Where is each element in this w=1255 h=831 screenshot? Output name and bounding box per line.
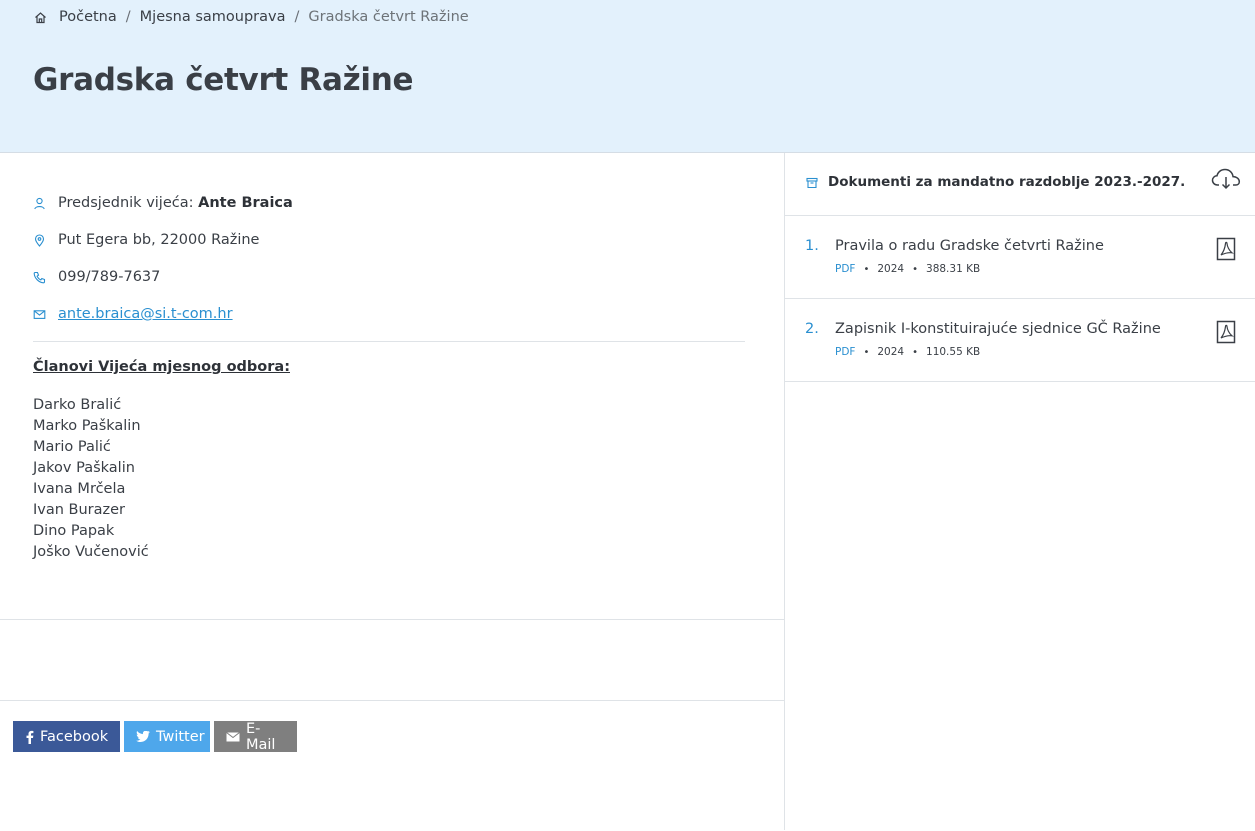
mail-icon [33, 308, 46, 321]
address-row: Put Egera bb, 22000 Ražine [33, 232, 259, 248]
share-email-button[interactable]: E-Mail [214, 720, 297, 753]
document-number: 1. [805, 238, 819, 254]
share-facebook-button[interactable]: Facebook [13, 721, 120, 752]
members-list: Darko Bralić Marko Paškalin Mario Palić … [33, 395, 149, 563]
document-title[interactable]: Zapisnik I-konstituirajuće sjednice GČ R… [835, 321, 1161, 337]
page-header: Početna / Mjesna samouprava / Gradska če… [0, 0, 1255, 153]
envelope-icon [226, 731, 240, 742]
breadcrumb: Početna / Mjesna samouprava / Gradska če… [34, 9, 469, 25]
address-text: Put Egera bb, 22000 Ražine [58, 232, 260, 248]
member-name: Mario Palić [33, 439, 111, 455]
document-number: 2. [805, 321, 819, 337]
pdf-file-icon[interactable] [1216, 237, 1236, 261]
email-label: E-Mail [246, 720, 276, 753]
breadcrumb-separator: / [294, 9, 300, 25]
breadcrumb-local-gov-link[interactable]: Mjesna samouprava [140, 9, 286, 25]
divider [0, 619, 785, 620]
document-year: 2024 [877, 263, 905, 275]
president-row: Predsjednik vijeća: Ante Braica [33, 195, 293, 211]
document-item[interactable]: 2. Zapisnik I-konstituirajuće sjednice G… [785, 299, 1255, 382]
documents-header: Dokumenti za mandatno razdoblje 2023.-20… [785, 153, 1255, 216]
members-title: Članovi Vijeća mjesnog odbora: [33, 359, 290, 375]
phone-row: 099/789-7637 [33, 269, 160, 285]
email-link[interactable]: ante.braica@si.t-com.hr [58, 306, 233, 322]
member-name: Jakov Paškalin [33, 460, 135, 476]
facebook-icon [25, 730, 34, 744]
cloud-download-icon[interactable] [1211, 168, 1241, 190]
documents-title: Dokumenti za mandatno razdoblje 2023.-20… [828, 174, 1186, 190]
share-buttons: Facebook Twitter E-Mail [13, 720, 297, 753]
document-year: 2024 [877, 346, 905, 358]
pdf-file-icon[interactable] [1216, 320, 1236, 344]
user-icon [33, 197, 46, 210]
phone-text: 099/789-7637 [58, 269, 161, 285]
home-icon[interactable] [34, 11, 47, 24]
member-name: Darko Bralić [33, 397, 122, 413]
share-twitter-button[interactable]: Twitter [124, 721, 210, 752]
map-pin-icon [33, 233, 46, 247]
email-row: ante.braica@si.t-com.hr [33, 306, 233, 322]
president-label: Predsjednik vijeća: [58, 195, 194, 211]
member-name: Dino Papak [33, 523, 115, 539]
facebook-label: Facebook [40, 728, 109, 745]
document-size: 110.55 KB [926, 346, 981, 358]
document-title[interactable]: Pravila o radu Gradske četvrti Ražine [835, 238, 1104, 254]
member-name: Ivan Burazer [33, 502, 126, 518]
document-item[interactable]: 1. Pravila o radu Gradske četvrti Ražine… [785, 216, 1255, 299]
twitter-label: Twitter [156, 728, 205, 745]
document-type: PDF [835, 346, 856, 358]
document-size: 388.31 KB [926, 263, 981, 275]
breadcrumb-separator: / [125, 9, 131, 25]
documents-panel: Dokumenti za mandatno razdoblje 2023.-20… [785, 153, 1255, 830]
twitter-icon [136, 730, 150, 743]
breadcrumb-home-link[interactable]: Početna [59, 9, 117, 25]
document-type: PDF [835, 263, 856, 275]
archive-icon [806, 177, 818, 189]
breadcrumb-current: Gradska četvrt Ražine [308, 9, 469, 25]
member-name: Marko Paškalin [33, 418, 141, 434]
main-content: Predsjednik vijeća: Ante Braica Put Eger… [0, 153, 785, 830]
member-name: Ivana Mrčela [33, 481, 126, 497]
president-name: Ante Braica [198, 195, 293, 211]
divider [33, 341, 745, 342]
document-meta: PDF • 2024 • 388.31 KB [835, 263, 981, 275]
document-meta: PDF • 2024 • 110.55 KB [835, 346, 981, 358]
phone-icon [33, 271, 46, 284]
page-title: Gradska četvrt Ražine [33, 62, 414, 98]
divider [0, 700, 785, 701]
member-name: Joško Vučenović [33, 544, 149, 560]
